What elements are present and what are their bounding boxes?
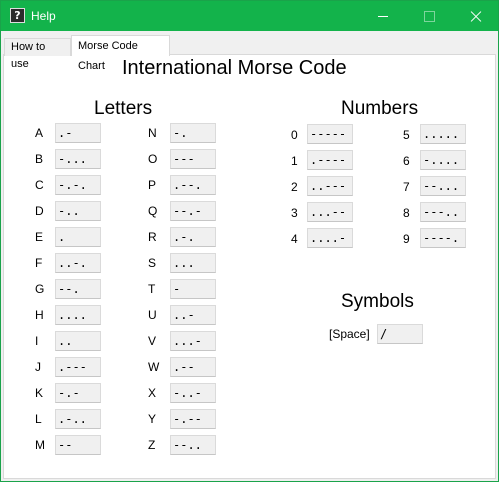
letter-label: A — [35, 126, 44, 140]
number-label: 9 — [403, 232, 410, 246]
number-label: 6 — [403, 154, 410, 168]
letter-code-field[interactable]: -.. — [55, 201, 101, 221]
number-label: 4 — [291, 232, 298, 246]
letter-label: U — [148, 308, 157, 322]
number-label: 2 — [291, 180, 298, 194]
letter-code-field[interactable]: .- — [55, 123, 101, 143]
number-code-field[interactable]: ..--- — [307, 176, 353, 196]
window-title: Help — [31, 9, 56, 23]
chart-title: International Morse Code — [122, 57, 347, 79]
letter-code-field[interactable]: ...- — [170, 331, 216, 351]
letter-code-field[interactable]: - — [170, 279, 216, 299]
letter-code-field[interactable]: --.. — [170, 435, 216, 455]
number-label: 1 — [291, 154, 298, 168]
symbol-label: [Space] — [329, 327, 370, 341]
number-code-field[interactable]: ..... — [420, 124, 466, 144]
letter-label: C — [35, 178, 44, 192]
number-label: 7 — [403, 180, 410, 194]
letter-label: N — [148, 126, 157, 140]
letter-code-field[interactable]: .--- — [55, 357, 101, 377]
letter-label: R — [148, 230, 157, 244]
letter-label: Y — [148, 412, 157, 426]
letter-code-field[interactable]: -.-. — [55, 175, 101, 195]
letter-label: J — [35, 360, 41, 374]
close-button[interactable] — [452, 1, 498, 31]
minimize-button[interactable] — [360, 1, 406, 31]
letter-code-field[interactable]: ..-. — [55, 253, 101, 273]
letter-code-field[interactable]: .... — [55, 305, 101, 325]
letter-code-field[interactable]: .-.. — [55, 409, 101, 429]
letter-code-field[interactable]: -. — [170, 123, 216, 143]
letter-label: Q — [148, 204, 158, 218]
letter-code-field[interactable]: .-. — [170, 227, 216, 247]
letter-code-field[interactable]: -... — [55, 149, 101, 169]
letter-label: M — [35, 438, 45, 452]
letter-code-field[interactable]: .. — [55, 331, 101, 351]
letter-code-field[interactable]: -.-- — [170, 409, 216, 429]
help-window: ? Help How to use Morse Code Chart Inter… — [0, 0, 499, 482]
letter-code-field[interactable]: ..- — [170, 305, 216, 325]
letter-code-field[interactable]: -..- — [170, 383, 216, 403]
letter-label: V — [148, 334, 157, 348]
letter-label: E — [35, 230, 44, 244]
letter-label: H — [35, 308, 44, 322]
symbols-heading: Symbols — [341, 291, 414, 312]
letter-code-field[interactable]: . — [55, 227, 101, 247]
letter-label: D — [35, 204, 44, 218]
letter-label: G — [35, 282, 45, 296]
number-code-field[interactable]: .---- — [307, 150, 353, 170]
number-code-field[interactable]: -.... — [420, 150, 466, 170]
number-code-field[interactable]: ---.. — [420, 202, 466, 222]
number-code-field[interactable]: ----. — [420, 228, 466, 248]
letter-label: W — [148, 360, 160, 374]
number-label: 8 — [403, 206, 410, 220]
number-code-field[interactable]: ....- — [307, 228, 353, 248]
letter-code-field[interactable]: -- — [55, 435, 101, 455]
symbol-code-field[interactable]: / — [377, 324, 423, 344]
tab-morse-code-chart[interactable]: Morse Code Chart — [71, 35, 170, 72]
letter-label: P — [148, 178, 157, 192]
letter-label: I — [35, 334, 39, 348]
letter-label: T — [148, 282, 156, 296]
number-label: 5 — [403, 128, 410, 142]
number-code-field[interactable]: ----- — [307, 124, 353, 144]
number-code-field[interactable]: ...-- — [307, 202, 353, 222]
help-app-icon: ? — [10, 8, 25, 23]
letter-label: X — [148, 386, 157, 400]
letter-code-field[interactable]: .--. — [170, 175, 216, 195]
letter-label: F — [35, 256, 43, 270]
maximize-button — [406, 1, 452, 31]
letter-code-field[interactable]: --- — [170, 149, 216, 169]
letter-code-field[interactable]: --.- — [170, 201, 216, 221]
letter-label: K — [35, 386, 44, 400]
letter-label: S — [148, 256, 157, 270]
letter-label: L — [35, 412, 42, 426]
tab-how-to-use[interactable]: How to use — [4, 38, 71, 70]
number-label: 0 — [291, 128, 298, 142]
title-bar[interactable]: ? Help — [1, 1, 498, 31]
letter-code-field[interactable]: --. — [55, 279, 101, 299]
letter-label: Z — [148, 438, 156, 452]
numbers-heading: Numbers — [341, 98, 419, 119]
letter-code-field[interactable]: -.- — [55, 383, 101, 403]
letters-heading: Letters — [94, 98, 153, 119]
number-label: 3 — [291, 206, 298, 220]
letter-label: B — [35, 152, 44, 166]
letter-code-field[interactable]: .-- — [170, 357, 216, 377]
number-code-field[interactable]: --... — [420, 176, 466, 196]
letter-code-field[interactable]: ... — [170, 253, 216, 273]
letter-label: O — [148, 152, 158, 166]
